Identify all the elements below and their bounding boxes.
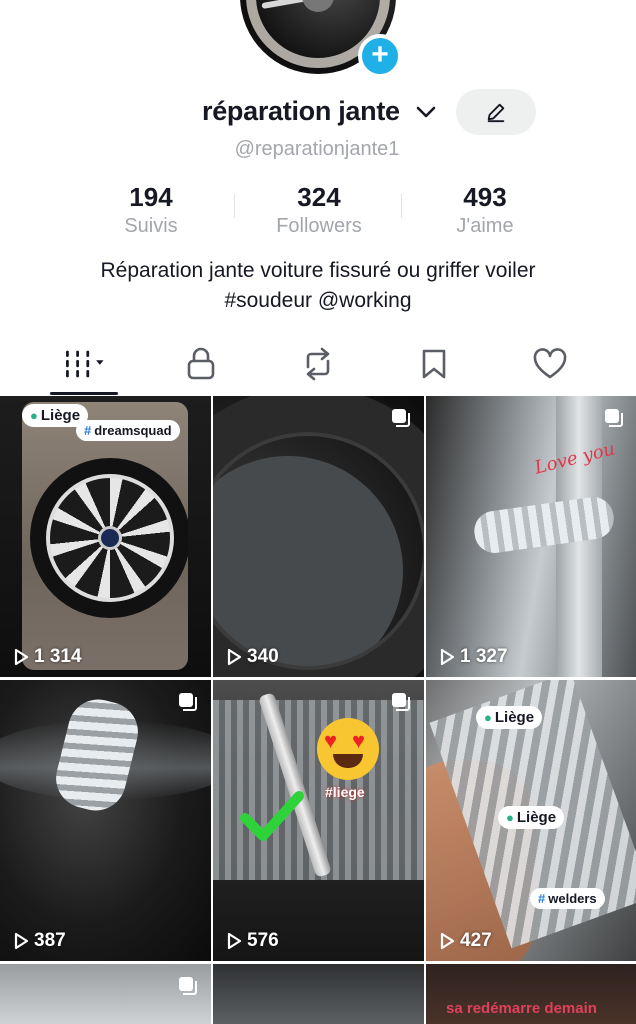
video-thumbnail [22, 402, 188, 670]
view-count-text: 427 [460, 930, 492, 951]
chip-label: Liège [40, 407, 81, 424]
hashtag-icon: # [538, 891, 546, 906]
stat-likes[interactable]: 493 J'aime [410, 182, 560, 238]
rim-hub [98, 526, 122, 550]
profile-handle: @reparationjante1 [0, 138, 636, 161]
bookmark-icon [422, 349, 446, 379]
active-tab-indicator [50, 392, 118, 395]
photo-carousel-icon [392, 409, 410, 427]
chip-label: welders [548, 891, 597, 906]
view-count-text: 576 [247, 930, 279, 951]
stat-value: 324 [297, 182, 341, 212]
avatar-container[interactable]: + [240, 0, 402, 78]
profile-name-row: réparation jante [0, 89, 636, 135]
emoji-mouth [333, 754, 363, 768]
location-chip: ● Liège [498, 806, 565, 829]
tire-shape [213, 396, 424, 677]
stat-value: 493 [463, 182, 507, 212]
bio-line: Réparation jante voiture fissuré ou grif… [100, 259, 536, 282]
play-icon [14, 932, 29, 950]
grid-icon [66, 350, 104, 378]
location-pin-icon: ● [30, 408, 38, 423]
stat-divider [234, 194, 235, 218]
chip-label: dreamsquad [94, 423, 172, 438]
profile-tabs [0, 336, 636, 396]
view-count-text: 1 327 [460, 646, 508, 667]
view-count: 340 [225, 646, 279, 668]
stat-label: Followers [276, 215, 362, 237]
overlay-text: sa redémarre demain [446, 1000, 597, 1017]
view-count: 1 314 [12, 646, 82, 668]
video-tile[interactable]: 340 [213, 396, 424, 677]
bio-line[interactable]: #soudeur @working [0, 286, 636, 316]
play-icon [440, 648, 455, 666]
photo-carousel-icon [179, 693, 197, 711]
view-count-text: 387 [34, 930, 66, 951]
stat-label: J'aime [456, 215, 514, 237]
view-count: 427 [438, 930, 492, 952]
checkmark-icon [240, 791, 304, 841]
video-tile[interactable]: ♥ ♥ #liege 576 [213, 680, 424, 961]
chevron-down-icon[interactable] [414, 100, 438, 124]
video-tile[interactable] [0, 964, 211, 1024]
display-name[interactable]: réparation jante [202, 96, 400, 127]
hashtag-chip: # welders [530, 888, 605, 909]
profile-stats: 194 Suivis 324 Followers 493 J'aime [0, 182, 636, 242]
heart-icon [533, 348, 567, 379]
video-tile[interactable]: Love you 1 327 [426, 396, 636, 677]
video-tile[interactable] [213, 964, 424, 1024]
play-icon [227, 932, 242, 950]
video-tile[interactable]: 387 [0, 680, 211, 961]
play-icon [440, 932, 455, 950]
video-tile[interactable]: sa redémarre demain [426, 964, 636, 1024]
handle-text: @reparationjante1 [234, 138, 400, 160]
location-pin-icon: ● [484, 710, 492, 725]
heart-icon: ♥ [352, 728, 366, 753]
add-avatar-button[interactable]: + [358, 34, 402, 78]
view-count: 387 [12, 930, 66, 952]
tab-liked[interactable] [525, 344, 575, 384]
repost-icon [306, 347, 330, 381]
play-icon [227, 648, 242, 666]
video-tile[interactable]: ● Liège ● Liège # welders 427 [426, 680, 636, 961]
tab-favorites[interactable] [409, 344, 459, 384]
photo-carousel-icon [392, 693, 410, 711]
view-count-text: 340 [247, 646, 279, 667]
hashtag-chip: # dreamsquad [76, 420, 180, 441]
stat-followers[interactable]: 324 Followers [244, 182, 394, 238]
stat-value: 194 [129, 182, 173, 212]
stat-divider [401, 194, 402, 218]
chip-label: Liège [494, 709, 535, 726]
play-icon [14, 648, 29, 666]
edit-profile-button[interactable] [456, 89, 536, 135]
view-count: 1 327 [438, 646, 508, 668]
heart-eyes-emoji: ♥ ♥ [317, 718, 379, 780]
tab-reposts[interactable] [293, 344, 343, 384]
overlay-text: #liege [325, 784, 365, 800]
stat-label: Suivis [124, 215, 178, 237]
video-tile[interactable]: ● Liège # dreamsquad 1 314 [0, 396, 211, 677]
view-count: 576 [225, 930, 279, 952]
chip-label: Liège [516, 809, 557, 826]
stat-following[interactable]: 194 Suivis [76, 182, 226, 238]
pencil-icon [487, 103, 505, 123]
profile-bio: Réparation jante voiture fissuré ou grif… [0, 256, 636, 316]
view-count-text: 1 314 [34, 646, 82, 667]
lock-icon [187, 347, 215, 380]
hashtag-icon: # [84, 423, 92, 438]
photo-carousel-icon [605, 409, 623, 427]
tab-videos[interactable] [60, 344, 110, 384]
location-chip: ● Liège [476, 706, 543, 729]
photo-carousel-icon [179, 977, 197, 995]
location-pin-icon: ● [506, 810, 514, 825]
tab-private[interactable] [176, 344, 226, 384]
heart-icon: ♥ [324, 728, 338, 753]
